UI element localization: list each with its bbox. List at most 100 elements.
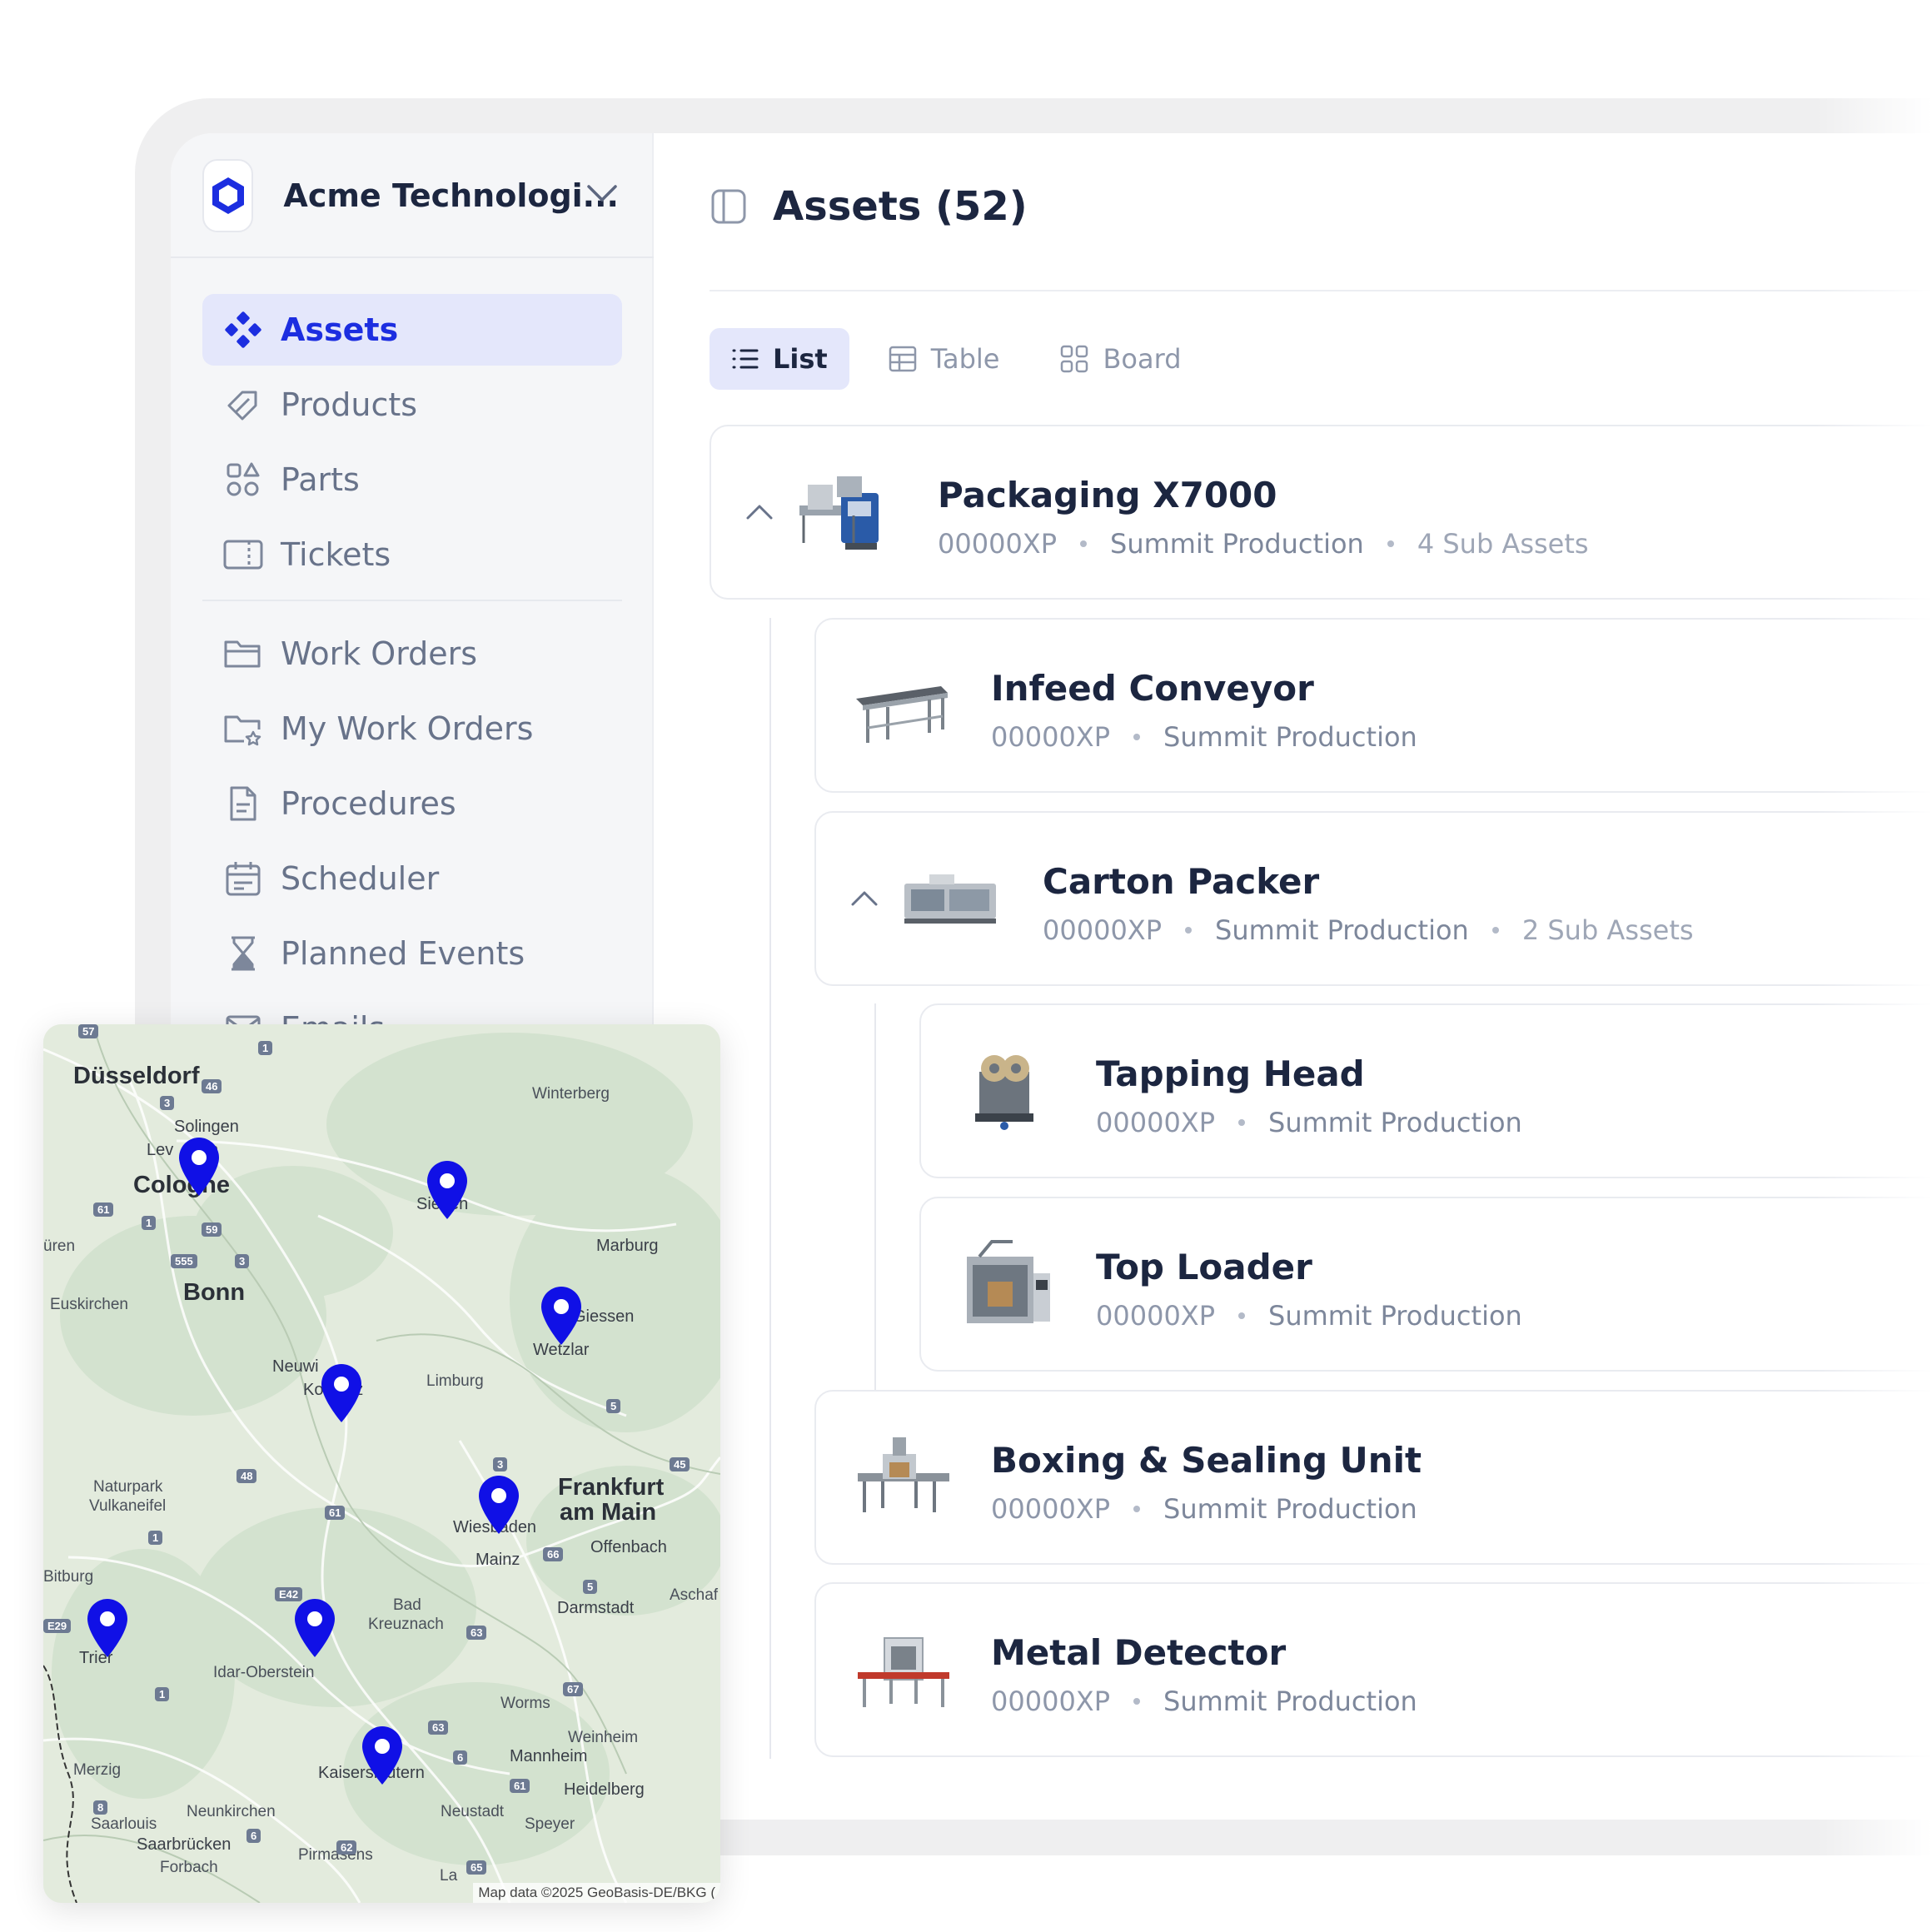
asset-code: 00000XP bbox=[991, 721, 1111, 753]
map-city-label: Forbach bbox=[160, 1859, 218, 1876]
header-divider bbox=[710, 290, 1932, 291]
separator-dot bbox=[1133, 1506, 1141, 1512]
asset-location: Summit Production bbox=[1268, 1300, 1522, 1332]
highway-shield: 46 bbox=[202, 1079, 222, 1093]
location-pin-icon[interactable] bbox=[176, 1136, 222, 1198]
asset-meta: 00000XP Summit Production bbox=[991, 1686, 1417, 1717]
location-pin-icon[interactable] bbox=[538, 1285, 585, 1347]
highway-shield: 61 bbox=[510, 1779, 530, 1793]
sidebar-divider bbox=[171, 256, 654, 258]
separator-dot bbox=[1133, 734, 1141, 740]
highway-shield: 1 bbox=[142, 1216, 157, 1230]
chevron-up-icon[interactable] bbox=[849, 888, 879, 908]
view-tabs: List Table Board bbox=[710, 328, 1220, 390]
highway-shield: 5 bbox=[606, 1399, 621, 1413]
location-pin-icon[interactable] bbox=[291, 1597, 338, 1659]
sidebar-item-planned-events[interactable]: Planned Events bbox=[202, 918, 622, 989]
chevron-down-icon[interactable] bbox=[585, 182, 619, 205]
sidebar-item-products[interactable]: Products bbox=[202, 369, 622, 441]
asset-name: Infeed Conveyor bbox=[991, 668, 1314, 709]
sidebar-item-parts[interactable]: Parts bbox=[202, 444, 622, 515]
tab-table[interactable]: Table bbox=[866, 328, 1022, 390]
highway-shield: 3 bbox=[493, 1457, 508, 1471]
highway-shield: 57 bbox=[78, 1024, 99, 1038]
highway-shield: 48 bbox=[237, 1469, 257, 1483]
folder-star-icon bbox=[222, 708, 264, 749]
asset-code: 00000XP bbox=[938, 528, 1058, 560]
sidebar-item-label: Planned Events bbox=[281, 935, 525, 972]
asset-meta: 00000XP Summit Production 4 Sub Assets bbox=[938, 528, 1589, 560]
highway-shield: 59 bbox=[202, 1222, 222, 1237]
highway-shield: 67 bbox=[563, 1682, 584, 1696]
tab-list[interactable]: List bbox=[710, 328, 849, 390]
highway-shield: 1 bbox=[155, 1687, 170, 1701]
asset-name: Carton Packer bbox=[1043, 861, 1320, 902]
map-city-label: Euskirchen bbox=[50, 1296, 128, 1313]
separator-dot bbox=[1185, 927, 1193, 934]
separator-dot bbox=[1238, 1312, 1246, 1319]
asset-code: 00000XP bbox=[1096, 1300, 1216, 1332]
map-city-label: Limburg bbox=[426, 1372, 484, 1390]
sidebar-item-my-work-orders[interactable]: My Work Orders bbox=[202, 693, 622, 764]
location-pin-icon[interactable] bbox=[476, 1474, 522, 1536]
sidebar-item-procedures[interactable]: Procedures bbox=[202, 768, 622, 839]
asset-row-carton-packer[interactable]: Carton Packer 00000XP Summit Production … bbox=[814, 811, 1932, 986]
asset-thumbnail-image bbox=[967, 1240, 1050, 1323]
asset-meta: 00000XP Summit Production bbox=[1096, 1300, 1522, 1332]
map-city-label: Bad bbox=[393, 1596, 421, 1614]
map-city-label: Naturpark bbox=[93, 1478, 163, 1496]
map-city-label: Worms bbox=[500, 1695, 550, 1712]
sidebar-item-label: Assets bbox=[281, 311, 399, 348]
asset-location-map[interactable]: Düsseldorf Solingen Lev en Cologne Winte… bbox=[43, 1024, 720, 1903]
chevron-up-icon[interactable] bbox=[744, 501, 774, 521]
asset-name: Tapping Head bbox=[1096, 1053, 1365, 1094]
tab-label: List bbox=[773, 343, 828, 375]
org-switcher[interactable]: Acme Technologi... bbox=[202, 158, 619, 233]
sidebar-item-scheduler[interactable]: Scheduler bbox=[202, 843, 622, 914]
asset-row-packaging-x7000[interactable]: Packaging X7000 00000XP Summit Productio… bbox=[710, 425, 1932, 600]
map-attribution: Map data ©2025 GeoBasis-DE/BKG ( bbox=[473, 1883, 720, 1903]
map-city-label: Speyer bbox=[525, 1815, 575, 1833]
sidebar-divider bbox=[202, 600, 622, 601]
tab-board[interactable]: Board bbox=[1038, 328, 1203, 390]
sidebar-item-tickets[interactable]: Tickets bbox=[202, 519, 622, 590]
highway-shield: 6 bbox=[246, 1829, 261, 1843]
asset-thumbnail-image bbox=[975, 1055, 1033, 1130]
asset-location: Summit Production bbox=[1163, 721, 1417, 753]
asset-name: Top Loader bbox=[1096, 1247, 1312, 1287]
asset-row-tapping-head[interactable]: Tapping Head 00000XP Summit Production bbox=[919, 1003, 1932, 1178]
parts-icon bbox=[222, 459, 264, 500]
map-city-label: Mannheim bbox=[510, 1747, 588, 1765]
asset-meta: 00000XP Summit Production bbox=[1096, 1107, 1522, 1138]
folder-icon bbox=[222, 633, 264, 675]
tab-label: Board bbox=[1103, 343, 1182, 375]
asset-location: Summit Production bbox=[1268, 1107, 1522, 1138]
asset-row-top-loader[interactable]: Top Loader 00000XP Summit Production bbox=[919, 1197, 1932, 1372]
location-pin-icon[interactable] bbox=[424, 1159, 471, 1221]
asset-name: Boxing & Sealing Unit bbox=[991, 1440, 1422, 1481]
asset-code: 00000XP bbox=[1096, 1107, 1216, 1138]
sidebar-item-work-orders[interactable]: Work Orders bbox=[202, 618, 622, 690]
asset-row-infeed-conveyor[interactable]: Infeed Conveyor 00000XP Summit Productio… bbox=[814, 618, 1932, 793]
highway-shield: 3 bbox=[160, 1096, 175, 1110]
asset-row-metal-detector[interactable]: Metal Detector 00000XP Summit Production bbox=[814, 1582, 1932, 1757]
separator-dot bbox=[1133, 1698, 1141, 1705]
highway-shield: E29 bbox=[43, 1619, 72, 1633]
asset-thumbnail-image bbox=[799, 476, 879, 550]
map-city-label: Vulkaneifel bbox=[89, 1497, 167, 1515]
asset-name: Metal Detector bbox=[991, 1632, 1287, 1673]
map-city-label: Marburg bbox=[596, 1237, 659, 1255]
sidebar-item-label: My Work Orders bbox=[281, 710, 534, 747]
sidebar-toggle-icon[interactable] bbox=[710, 187, 748, 226]
sidebar-item-assets[interactable]: Assets bbox=[202, 294, 622, 366]
separator-dot bbox=[1387, 540, 1394, 547]
tab-label: Table bbox=[930, 343, 1000, 375]
sidebar-item-label: Procedures bbox=[281, 785, 456, 822]
location-pin-icon[interactable] bbox=[359, 1725, 406, 1786]
location-pin-icon[interactable] bbox=[84, 1597, 131, 1659]
asset-row-boxing-sealing-unit[interactable]: Boxing & Sealing Unit 00000XP Summit Pro… bbox=[814, 1390, 1932, 1565]
map-city-label: Darmstadt bbox=[557, 1599, 635, 1617]
highway-shield: 61 bbox=[325, 1506, 346, 1520]
asset-meta: 00000XP Summit Production 2 Sub Assets bbox=[1043, 914, 1694, 946]
location-pin-icon[interactable] bbox=[318, 1362, 365, 1424]
